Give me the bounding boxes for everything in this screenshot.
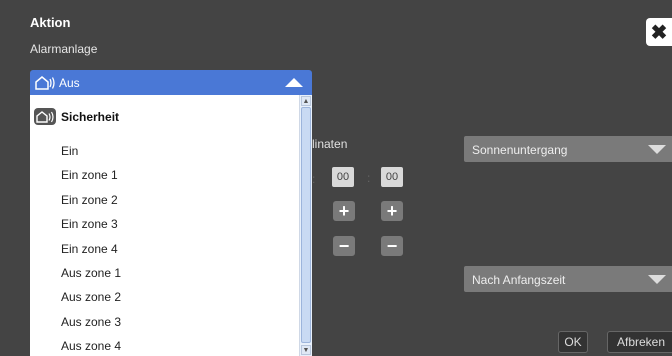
minus-icon: − <box>386 236 398 256</box>
cancel-button[interactable]: Afbreken <box>607 331 672 353</box>
list-item-label: Ein zone 1 <box>61 168 118 183</box>
plus-icon: + <box>338 201 350 221</box>
hours-field[interactable]: 00 <box>332 167 354 187</box>
chevron-up-icon <box>285 78 303 87</box>
list-item[interactable]: Aus zone 3 <box>30 310 300 334</box>
list-item[interactable]: Ein zone 4 <box>30 237 300 261</box>
list-item-label: Aus zone 2 <box>61 290 122 305</box>
alarm-house-icon <box>34 75 56 96</box>
list-item-label: Aus zone 4 <box>61 339 122 354</box>
list-item-label: Ein zone 3 <box>61 217 118 232</box>
coordinates-label: linaten <box>312 137 348 151</box>
dialog-title: Aktion <box>30 15 71 30</box>
sun-event-select[interactable]: Sonnenuntergang <box>464 136 672 162</box>
minutes-minus-button[interactable]: − <box>381 236 403 256</box>
select-value: Aus <box>59 76 80 90</box>
list-item[interactable]: Ein <box>30 139 300 163</box>
alarm-action-select[interactable]: Aus <box>30 70 312 95</box>
close-icon: ✖ <box>650 21 668 44</box>
list-item[interactable]: Aus zone 1 <box>30 261 300 285</box>
list-item-label: Ein <box>61 144 79 158</box>
ok-button[interactable]: OK <box>558 331 588 353</box>
chevron-down-icon <box>648 275 666 284</box>
list-item[interactable]: Ein zone 3 <box>30 212 300 236</box>
close-button[interactable]: ✖ <box>646 18 672 46</box>
start-time-value: Nach Anfangszeit <box>472 273 566 287</box>
group-header: Sicherheit <box>30 95 300 139</box>
hours-plus-button[interactable]: + <box>333 201 355 221</box>
sun-event-value: Sonnenuntergang <box>472 143 568 157</box>
list-item-label: Ein zone 4 <box>61 241 118 256</box>
group-label: Sicherheit <box>61 110 120 124</box>
minutes-field[interactable]: 00 <box>381 167 403 187</box>
plus-icon: + <box>386 201 398 221</box>
scroll-up-icon[interactable]: ▲ <box>301 96 311 106</box>
dropdown-list: Sicherheit Ein Ein zone 1 Ein zone 2 Ein… <box>30 95 312 356</box>
alarm-house-icon <box>34 108 56 125</box>
time-separator: : <box>367 171 371 185</box>
list-item[interactable]: Ein zone 1 <box>30 163 300 187</box>
list-item[interactable]: Ein zone 2 <box>30 188 300 212</box>
scrollbar-thumb[interactable] <box>301 107 311 343</box>
start-time-select[interactable]: Nach Anfangszeit <box>464 266 672 292</box>
hours-minus-button[interactable]: − <box>333 236 355 256</box>
minus-icon: − <box>338 236 350 256</box>
list-item-label: Aus zone 1 <box>61 265 122 280</box>
minutes-plus-button[interactable]: + <box>381 201 403 221</box>
list-item-label: Ein zone 2 <box>61 192 118 207</box>
list-item[interactable]: Aus zone 2 <box>30 285 300 309</box>
dialog-subtitle: Alarmanlage <box>30 42 98 56</box>
list-item-label: Aus zone 3 <box>61 314 122 329</box>
list-item[interactable]: Aus zone 4 <box>30 334 300 356</box>
chevron-down-icon <box>648 145 666 154</box>
dropdown-scrollbar[interactable]: ▲ ▼ <box>299 95 312 356</box>
scroll-down-icon[interactable]: ▼ <box>301 345 311 355</box>
time-separator-left: : <box>312 172 316 186</box>
